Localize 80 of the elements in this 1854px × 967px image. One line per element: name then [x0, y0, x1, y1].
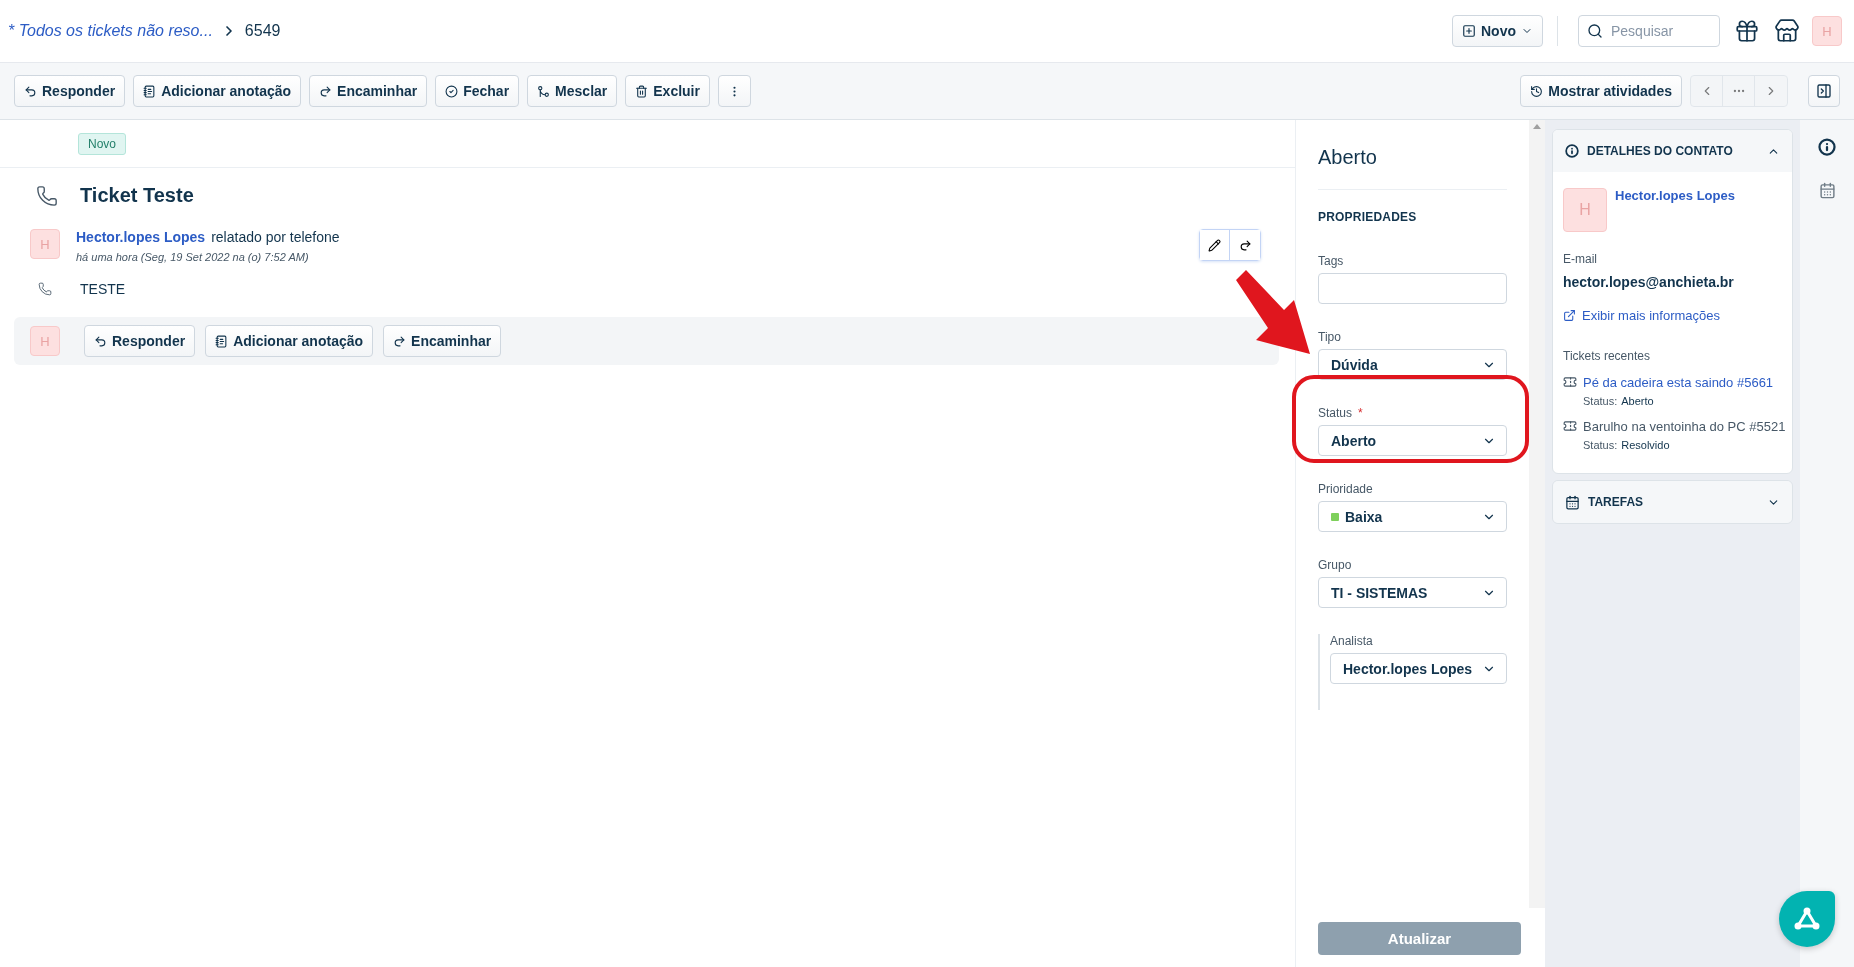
select-field[interactable]: Baixa	[1318, 501, 1507, 532]
status-value: Resolvido	[1621, 439, 1670, 451]
gift-icon[interactable]	[1734, 18, 1760, 44]
status-badge: Novo	[78, 132, 126, 155]
history-icon	[1530, 84, 1544, 98]
panel-toggle-button[interactable]	[1808, 75, 1840, 107]
field-label: Status	[1318, 406, 1353, 420]
recent-ticket-link[interactable]: Barulho na ventoinha do PC #5521	[1583, 419, 1786, 434]
network-icon	[1794, 907, 1820, 931]
author-link[interactable]: Hector.lopes Lopes	[76, 229, 206, 245]
field-label: Tags	[1318, 254, 1344, 268]
info-icon	[1565, 144, 1579, 158]
activity-button[interactable]: Mostrar atividades	[1520, 75, 1682, 107]
more-info-link[interactable]: Exibir mais informações	[1582, 308, 1720, 323]
ticket-title: Ticket Teste	[80, 184, 194, 207]
edit-button[interactable]	[1200, 230, 1230, 260]
toolbar-button[interactable]: Encaminhar	[309, 75, 428, 107]
external-link-icon	[1563, 309, 1576, 322]
timestamp: há uma hora (Seg, 19 Set 2022 na (o) 7:52 AM)	[76, 251, 310, 263]
new-button[interactable]: Novo	[1452, 15, 1543, 47]
reply-action-button[interactable]: Adicionar anotação	[205, 325, 374, 357]
reply-arrow-icon	[24, 84, 37, 98]
reply-action-button[interactable]: Responder	[84, 325, 196, 357]
phone-icon	[38, 282, 52, 296]
field-label: Prioridade	[1318, 482, 1373, 496]
info-icon[interactable]	[1818, 138, 1836, 156]
toolbar-button[interactable]: Adicionar anotação	[133, 75, 302, 107]
contact-avatar: H	[1563, 188, 1607, 232]
forward-arrow-icon	[1238, 238, 1252, 252]
forward-button[interactable]	[1230, 230, 1260, 260]
reply-action-button[interactable]: Encaminhar	[383, 325, 502, 357]
pencil-icon	[1208, 238, 1221, 252]
toolbar-button[interactable]: Excluir	[625, 75, 710, 107]
select-field[interactable]: Hector.lopes Lopes	[1330, 653, 1507, 684]
trash-icon	[635, 84, 649, 98]
status-value: Aberto	[1621, 395, 1654, 407]
toolbar-button[interactable]: Fechar	[435, 75, 520, 107]
note-icon	[143, 84, 157, 98]
forward-arrow-icon	[319, 84, 333, 98]
field-label: Analista	[1330, 634, 1373, 648]
toolbar-button[interactable]: Mesclar	[527, 75, 618, 107]
message-body: TESTE	[80, 281, 126, 297]
ticket-icon	[1563, 419, 1577, 433]
panel-icon	[1816, 83, 1832, 99]
select-field[interactable]: TI - SISTEMAS	[1318, 577, 1507, 608]
field-label: Tipo	[1318, 330, 1341, 344]
required-mark: *	[1358, 406, 1363, 420]
section-heading: PROPRIEDADES	[1318, 209, 1418, 226]
calendar-icon	[1565, 494, 1580, 510]
status-title: Aberto	[1318, 120, 1507, 190]
field-label: Grupo	[1318, 558, 1352, 572]
select-field[interactable]: Aberto	[1318, 425, 1507, 456]
status-label: Status:	[1583, 395, 1618, 407]
check-circle-icon	[445, 84, 459, 98]
user-avatar: H	[30, 326, 60, 356]
breadcrumb-link[interactable]: * Todos os tickets não reso...	[8, 22, 213, 40]
recent-label: Tickets recentes	[1563, 349, 1651, 363]
store-icon[interactable]	[1774, 18, 1800, 44]
recent-ticket-link[interactable]: Pé da cadeira esta saindo #5661	[1583, 375, 1774, 390]
ticket-number: 6549	[244, 22, 281, 40]
search-icon	[1587, 23, 1603, 39]
status-label: Status:	[1583, 439, 1618, 451]
plus-square-icon	[1462, 24, 1476, 38]
ticket-icon	[1563, 375, 1577, 389]
channel-text: relatado por telefone	[211, 229, 340, 245]
email-value: hector.lopes@anchieta.br	[1563, 274, 1735, 290]
search-field[interactable]: Pesquisar	[1578, 15, 1720, 47]
reply-arrow-icon	[94, 334, 107, 348]
phone-icon	[36, 184, 58, 207]
toolbar-button[interactable]: Responder	[14, 75, 126, 107]
tags-field[interactable]	[1318, 273, 1507, 304]
merge-icon	[537, 84, 551, 98]
forward-arrow-icon	[393, 334, 407, 348]
card-heading: DETALHES DO CONTATO	[1587, 144, 1734, 158]
calendar-icon[interactable]	[1818, 182, 1836, 199]
note-icon	[215, 334, 229, 348]
author-avatar: H	[30, 229, 60, 259]
card-heading: TAREFAS	[1588, 495, 1645, 509]
email-label: E-mail	[1563, 252, 1598, 266]
contact-name[interactable]: Hector.lopes Lopes	[1615, 188, 1735, 203]
